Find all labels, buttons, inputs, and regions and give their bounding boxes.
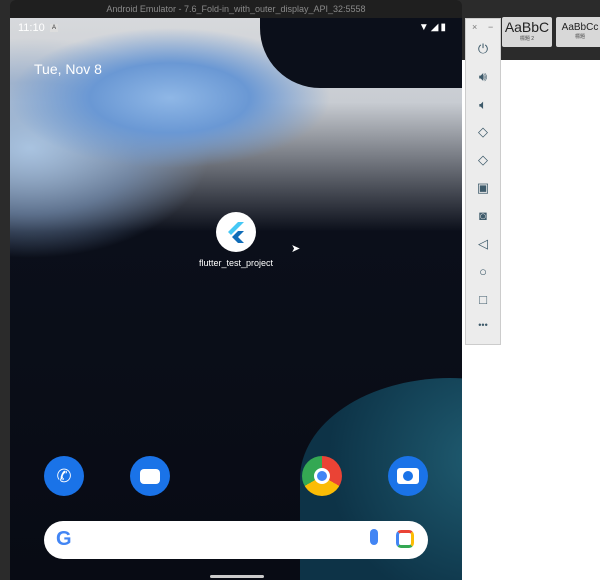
home-icon[interactable]: ○ xyxy=(466,264,500,279)
camera-icon xyxy=(397,468,419,484)
style-preview: AaBbC xyxy=(504,19,550,35)
gesture-nav-handle[interactable] xyxy=(210,575,264,578)
status-icons: ▼◢▮ xyxy=(419,22,448,33)
flutter-icon xyxy=(216,212,256,252)
lens-icon[interactable] xyxy=(396,530,414,548)
app-label: flutter_test_project xyxy=(198,258,274,268)
fold-icon[interactable]: ▣ xyxy=(466,180,500,196)
chrome-icon xyxy=(314,468,330,484)
google-search-bar[interactable]: G xyxy=(44,521,428,559)
rotate-right-icon[interactable]: ◇ xyxy=(466,152,500,168)
messages-app[interactable] xyxy=(130,456,170,496)
style-heading2[interactable]: AaBbC 標題 2 xyxy=(502,17,552,47)
style-preview: AaBbCc xyxy=(561,22,599,33)
camera-app[interactable] xyxy=(388,456,428,496)
volume-down-icon[interactable]: 🔈︎ xyxy=(466,97,500,113)
status-bar: 11:10 A ▼◢▮ xyxy=(10,18,462,38)
volume-up-icon[interactable]: 🔊︎ xyxy=(466,69,500,85)
date-widget[interactable]: Tue, Nov 8 xyxy=(34,61,102,77)
minimize-button[interactable]: − xyxy=(488,22,493,32)
chrome-app[interactable] xyxy=(302,456,342,496)
more-icon[interactable]: ••• xyxy=(466,320,500,330)
back-icon[interactable]: ◁ xyxy=(466,236,500,252)
camera-screenshot-icon[interactable]: ◙ xyxy=(466,208,500,223)
device-screen[interactable]: 11:10 A ▼◢▮ Tue, Nov 8 flutter_test_proj… xyxy=(10,18,462,580)
rotate-left-icon[interactable]: ◇ xyxy=(466,124,500,140)
style-title[interactable]: AaBbCc 標題 xyxy=(556,17,600,47)
phone-app[interactable]: ✆ xyxy=(44,456,84,496)
style-name: 標題 2 xyxy=(519,36,535,42)
power-icon[interactable]: ⏻ xyxy=(466,41,500,57)
emulator-toolbar: × − ⏻ 🔊︎ 🔈︎ ◇ ◇ ▣ ◙ ◁ ○ □ ••• xyxy=(465,18,501,345)
wifi-icon: ▼ xyxy=(418,22,431,33)
battery-icon: ▮ xyxy=(440,22,448,33)
style-name: 標題 xyxy=(574,34,585,40)
clock: 11:10 xyxy=(18,22,45,34)
message-icon xyxy=(140,468,160,484)
app-flutter-test-project[interactable]: flutter_test_project xyxy=(190,212,282,268)
window-title: Android Emulator - 7.6_Fold-in_with_oute… xyxy=(106,4,366,14)
emulator-window: Android Emulator - 7.6_Fold-in_with_oute… xyxy=(10,0,462,580)
notification-icon: A xyxy=(50,24,58,32)
microphone-icon[interactable] xyxy=(370,529,378,545)
phone-icon: ✆ xyxy=(56,465,72,486)
close-button[interactable]: × xyxy=(472,22,477,32)
google-icon: G xyxy=(56,528,72,550)
overview-icon[interactable]: □ xyxy=(466,292,500,307)
mouse-cursor-icon: ➤ xyxy=(291,243,301,255)
